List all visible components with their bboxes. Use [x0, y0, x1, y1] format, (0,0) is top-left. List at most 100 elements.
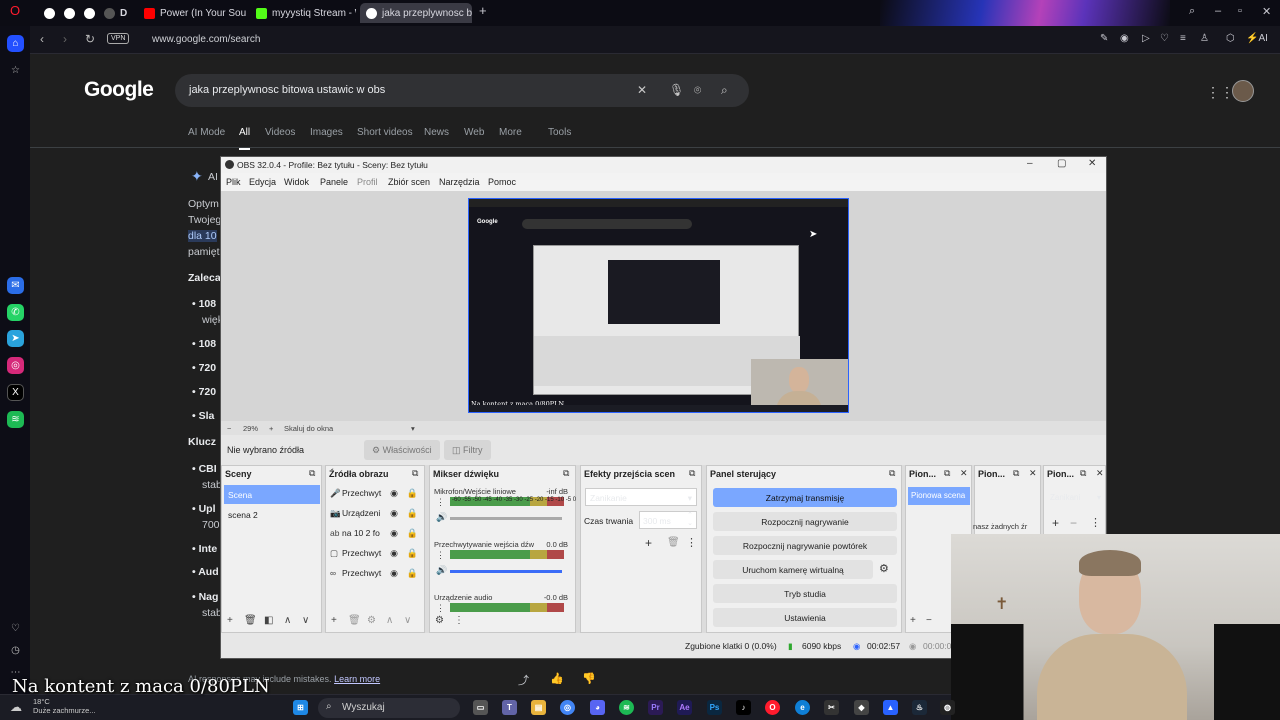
- stop-stream-button[interactable]: Zatrzymaj transmisję: [713, 488, 897, 507]
- spotify-taskbar-icon[interactable]: ≋: [619, 700, 634, 715]
- forward-arrow-icon[interactable]: ›: [63, 32, 67, 46]
- add-scene-icon[interactable]: +: [227, 615, 233, 626]
- whatsapp-icon[interactable]: ✆: [7, 304, 24, 321]
- menu-widok[interactable]: Widok: [284, 177, 309, 187]
- source-settings-icon[interactable]: ⚙: [367, 615, 376, 626]
- tab-news[interactable]: News: [424, 127, 449, 138]
- clear-icon[interactable]: ✕: [637, 83, 647, 97]
- preview-canvas[interactable]: Google Na kontent z maca 0/80PLN ➤: [468, 198, 849, 413]
- add-icon[interactable]: +: [910, 615, 916, 626]
- thumbs-up-icon[interactable]: 👍: [550, 672, 564, 685]
- tab-more[interactable]: More: [499, 127, 522, 138]
- task-view-icon[interactable]: ▭: [473, 700, 488, 715]
- avatar[interactable]: [1232, 80, 1254, 102]
- favorites-heart-icon[interactable]: ♡: [1160, 33, 1169, 44]
- x-twitter-icon[interactable]: X: [7, 384, 24, 401]
- edit-icon[interactable]: ✎: [1100, 33, 1108, 44]
- learn-more-link[interactable]: Learn more: [334, 674, 380, 684]
- remove-icon[interactable]: −: [926, 615, 932, 626]
- speaker-icon[interactable]: 🔊: [436, 512, 447, 523]
- zoom-in-icon[interactable]: +: [269, 424, 273, 433]
- volume-slider[interactable]: [450, 517, 562, 520]
- taskbar-search[interactable]: ⌕ Wyszukaj: [318, 698, 460, 718]
- reload-icon[interactable]: ↻: [85, 32, 95, 46]
- search-tabs-icon[interactable]: ⌕: [1189, 5, 1195, 18]
- visibility-eye-icon[interactable]: ◉: [390, 488, 398, 499]
- dock-undock-icon[interactable]: ⧉: [563, 468, 569, 479]
- tab-videos[interactable]: Videos: [265, 127, 295, 138]
- visibility-eye-icon[interactable]: ◉: [390, 508, 398, 519]
- telegram-icon[interactable]: ➤: [7, 330, 24, 347]
- pinned-tab-5[interactable]: D: [114, 3, 136, 23]
- menu-zbior-scen[interactable]: Zbiór scen: [388, 177, 430, 187]
- app-icon[interactable]: ◆: [854, 700, 869, 715]
- instagram-icon[interactable]: ◎: [7, 357, 24, 374]
- new-tab-plus-icon[interactable]: +: [479, 3, 487, 18]
- duration-input[interactable]: 300 ms ⌃ ⌄: [639, 511, 697, 529]
- scene-item[interactable]: scena 2: [224, 505, 320, 524]
- lock-icon[interactable]: 🔒: [407, 488, 418, 499]
- dock-undock-icon[interactable]: ⧉: [944, 468, 950, 479]
- heart-icon[interactable]: ♡: [7, 620, 24, 637]
- add-icon[interactable]: +: [1052, 516, 1059, 530]
- microphone-icon[interactable]: 🎙: [669, 83, 684, 97]
- add-source-icon[interactable]: +: [331, 615, 337, 626]
- opera-taskbar-icon[interactable]: O: [765, 700, 780, 715]
- obs-titlebar[interactable]: OBS 32.0.4 - Profile: Bez tytułu - Sceny…: [221, 157, 1106, 173]
- discord-icon[interactable]: ◕: [590, 700, 605, 715]
- scene-item[interactable]: Scena: [224, 485, 320, 504]
- tiktok-icon[interactable]: ♪: [736, 700, 751, 715]
- vertical-scene-item[interactable]: Pionowa scena: [908, 487, 970, 505]
- menu-narzedzia[interactable]: Narzędzia: [439, 177, 480, 187]
- tab-short-videos[interactable]: Short videos: [357, 127, 413, 138]
- obs-maximize-icon[interactable]: ▢: [1057, 158, 1066, 169]
- edge-icon[interactable]: e: [795, 700, 810, 715]
- virtual-camera-settings-gear-icon[interactable]: ⚙: [879, 562, 889, 575]
- tab-youtube[interactable]: Power (In Your Soul) - You: [138, 3, 246, 23]
- camera-snapshot-icon[interactable]: ◉: [1120, 33, 1129, 44]
- menu-profil[interactable]: Profil: [357, 177, 378, 187]
- remove-icon[interactable]: −: [1070, 516, 1077, 530]
- settings-button[interactable]: Ustawienia: [713, 608, 897, 627]
- home-icon[interactable]: ⌂: [7, 35, 24, 52]
- tab-tools[interactable]: Tools: [548, 127, 571, 138]
- history-clock-icon[interactable]: ◷: [7, 642, 24, 659]
- zoom-out-icon[interactable]: −: [227, 424, 231, 433]
- windows-start-icon[interactable]: ⊞: [293, 700, 308, 715]
- weather-widget[interactable]: 18°C Duże zachmurze...: [33, 697, 96, 715]
- transition-menu-icon[interactable]: ⋮: [686, 536, 697, 549]
- channel-menu-icon[interactable]: ⋮: [436, 550, 445, 561]
- dock-close-icon[interactable]: ✕: [1029, 468, 1037, 479]
- stepper-icon[interactable]: ⌃ ⌄: [687, 512, 693, 528]
- thumbs-down-icon[interactable]: 👎: [582, 672, 596, 685]
- remove-transition-icon[interactable]: 🗑: [667, 537, 680, 548]
- chrome-icon[interactable]: ◎: [560, 700, 575, 715]
- lock-icon[interactable]: 🔒: [407, 548, 418, 559]
- steam-icon[interactable]: ♨: [912, 700, 927, 715]
- premiere-icon[interactable]: Pr: [648, 700, 663, 715]
- move-down-icon[interactable]: ∨: [302, 615, 309, 626]
- teams-icon[interactable]: T: [502, 700, 517, 715]
- file-explorer-icon[interactable]: ▤: [531, 700, 546, 715]
- audio-settings-icon[interactable]: ⚙: [435, 615, 444, 626]
- lens-icon[interactable]: ⌾: [694, 83, 701, 98]
- menu-pomoc[interactable]: Pomoc: [488, 177, 516, 187]
- vpn-badge[interactable]: VPN: [107, 33, 130, 44]
- pinned-tab-1[interactable]: [38, 3, 56, 23]
- profile-icon[interactable]: ♙: [1200, 33, 1209, 44]
- filters-button[interactable]: ◫ Filtry: [444, 440, 491, 460]
- dock-undock-icon[interactable]: ⧉: [309, 468, 315, 479]
- obs-close-icon[interactable]: ✕: [1088, 158, 1096, 169]
- tab-google-search[interactable]: jaka przeplywnosc bitowa: [360, 3, 472, 23]
- speaker-icon[interactable]: 🔊: [436, 565, 447, 576]
- obs-taskbar-icon[interactable]: ◍: [940, 700, 955, 715]
- visibility-eye-icon[interactable]: ◉: [390, 528, 398, 539]
- transition-select[interactable]: Zanikanie ▾: [585, 488, 697, 506]
- move-down-icon[interactable]: ∨: [404, 615, 411, 626]
- player-icon[interactable]: ▷: [1142, 33, 1150, 44]
- messenger-icon[interactable]: ✉: [7, 277, 24, 294]
- scene-filter-icon[interactable]: ◧: [264, 615, 273, 626]
- move-up-icon[interactable]: ∧: [386, 615, 393, 626]
- dock-undock-icon[interactable]: ⧉: [689, 468, 695, 479]
- google-logo[interactable]: Google: [84, 78, 154, 102]
